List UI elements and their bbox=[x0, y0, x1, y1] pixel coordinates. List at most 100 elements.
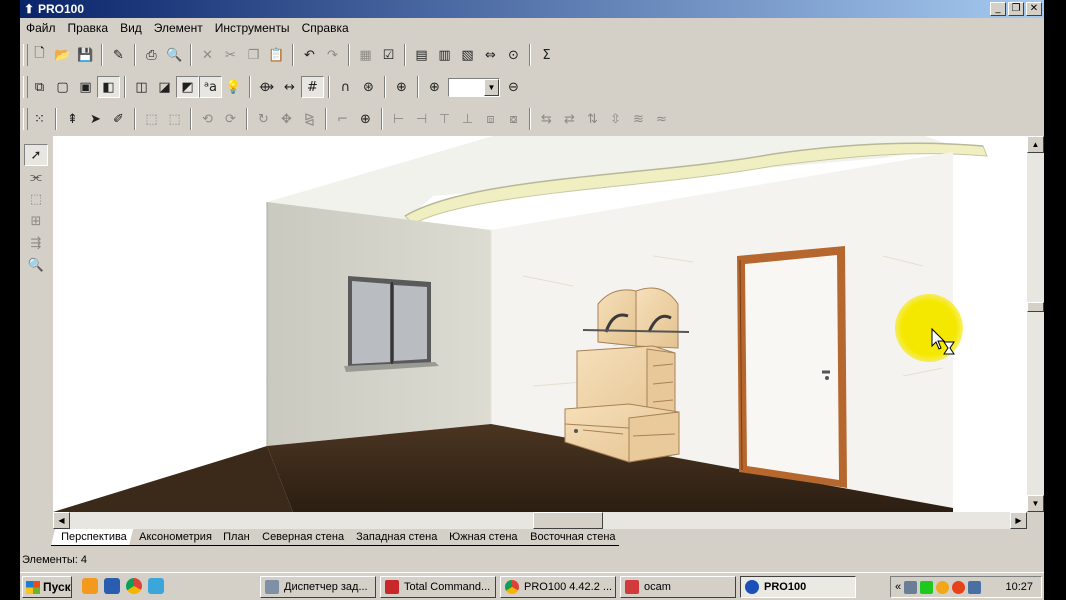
quicklaunch-chrome-icon[interactable] bbox=[126, 578, 142, 594]
chevron-down-icon[interactable]: ▼ bbox=[484, 78, 499, 96]
close-button[interactable]: ✕ bbox=[1026, 2, 1042, 16]
search-library-icon[interactable]: ▥ bbox=[433, 44, 456, 66]
rotate-left-icon[interactable]: ⟲ bbox=[196, 108, 219, 130]
move-up-icon[interactable]: ⇞ bbox=[61, 108, 84, 130]
tab-perspective[interactable]: Перспектива bbox=[50, 529, 135, 546]
updater-icon[interactable] bbox=[936, 580, 950, 594]
chrome-task-button[interactable]: PRO100 4.42.2 ... bbox=[500, 576, 616, 598]
copy-icon[interactable]: ❐ bbox=[242, 44, 265, 66]
tab-north-wall[interactable]: Северная стена bbox=[251, 529, 353, 546]
tab-west-wall[interactable]: Западная стена bbox=[345, 529, 446, 546]
rotate-icon[interactable]: ↻ bbox=[252, 108, 275, 130]
joint-icon[interactable]: ⊞ bbox=[24, 210, 48, 232]
select-all-icon[interactable]: ⁙ bbox=[28, 108, 51, 130]
pencil-icon[interactable]: ✐ bbox=[107, 108, 130, 130]
save-icon[interactable]: 💾 bbox=[74, 44, 97, 66]
align-center-icon[interactable]: ⊣ bbox=[410, 108, 433, 130]
ungroup-icon[interactable]: ⬚ bbox=[163, 108, 186, 130]
tab-axonometry[interactable]: Аксонометрия bbox=[128, 529, 220, 546]
undo-icon[interactable]: ↶ bbox=[298, 44, 321, 66]
ocam-task-button[interactable]: ocam bbox=[620, 576, 736, 598]
scroll-left-icon[interactable]: ◀ bbox=[53, 512, 70, 529]
tray-expand-icon[interactable]: « bbox=[895, 581, 901, 593]
sum-icon[interactable]: Σ bbox=[535, 44, 558, 66]
delete-icon[interactable]: ✕ bbox=[196, 44, 219, 66]
status-icon[interactable] bbox=[920, 580, 934, 594]
align-left-icon[interactable]: ⊢ bbox=[387, 108, 410, 130]
align-front-icon[interactable]: ⧈ bbox=[479, 108, 502, 130]
recorder-icon[interactable] bbox=[952, 580, 966, 594]
redo-icon[interactable]: ↷ bbox=[321, 44, 344, 66]
distribute-h-icon[interactable]: ⇆ bbox=[535, 108, 558, 130]
outline-view-icon[interactable]: ▢ bbox=[51, 76, 74, 98]
flat-view-icon[interactable]: ▣ bbox=[74, 76, 97, 98]
corner-icon[interactable]: ⌐ bbox=[331, 108, 354, 130]
library-icon[interactable]: ▤ bbox=[410, 44, 433, 66]
dimensions-icon[interactable]: ⇔ bbox=[479, 44, 502, 66]
checklist-icon[interactable]: ☑ bbox=[377, 44, 400, 66]
quicklaunch-app-icon[interactable] bbox=[148, 578, 164, 594]
measure-icon[interactable]: ↔ bbox=[278, 76, 301, 98]
rect-select-icon[interactable]: ⬚ bbox=[24, 188, 48, 210]
network-icon[interactable] bbox=[904, 580, 918, 594]
arrow-select-icon[interactable]: ➚ bbox=[24, 144, 48, 166]
spread-icon[interactable]: ≋ bbox=[627, 108, 650, 130]
material-icon[interactable]: ▧ bbox=[456, 44, 479, 66]
snap-icon[interactable]: ⊛ bbox=[357, 76, 380, 98]
cut-plane-icon[interactable]: ⫘ bbox=[24, 166, 48, 188]
edit-properties-icon[interactable]: ✎ bbox=[107, 44, 130, 66]
print-preview-icon[interactable]: 🔍 bbox=[163, 44, 186, 66]
labels-icon[interactable]: ᵃa bbox=[199, 76, 222, 98]
open-folder-icon[interactable]: 📂 bbox=[51, 44, 74, 66]
target-icon[interactable]: ⊕ bbox=[390, 76, 413, 98]
scroll-right-icon[interactable]: ▶ bbox=[1010, 512, 1027, 529]
zoom-in-icon[interactable]: ⊕ bbox=[423, 76, 446, 98]
quicklaunch-save-icon[interactable] bbox=[104, 578, 120, 594]
move-icon[interactable]: ✥ bbox=[275, 108, 298, 130]
menu-view[interactable]: Вид bbox=[114, 20, 148, 37]
distribute-v-icon[interactable]: ⇄ bbox=[558, 108, 581, 130]
horizontal-scroll-thumb[interactable] bbox=[533, 512, 603, 529]
zoom-out-icon[interactable]: ⊖ bbox=[502, 76, 525, 98]
cut-icon[interactable]: ✂ bbox=[219, 44, 242, 66]
transfer-icon[interactable]: ⇶ bbox=[24, 232, 48, 254]
price-icon[interactable]: ⊙ bbox=[502, 44, 525, 66]
task-manager-button[interactable]: Диспетчер зад... bbox=[260, 576, 376, 598]
align-top-icon[interactable]: ⊤ bbox=[433, 108, 456, 130]
restore-button[interactable]: ❐ bbox=[1008, 2, 1024, 16]
tab-south-wall[interactable]: Южная стена bbox=[439, 529, 526, 546]
vertical-scroll-thumb[interactable] bbox=[1027, 302, 1044, 312]
start-button[interactable]: Пуск bbox=[22, 576, 72, 598]
total-commander-button[interactable]: Total Command... bbox=[380, 576, 496, 598]
menu-element[interactable]: Элемент bbox=[148, 20, 209, 37]
group-icon[interactable]: ⬚ bbox=[140, 108, 163, 130]
camera-icon[interactable]: ⟴ bbox=[255, 76, 278, 98]
scroll-up-icon[interactable]: ▲ bbox=[1027, 136, 1044, 153]
volume-icon[interactable] bbox=[968, 580, 982, 594]
same-size-icon[interactable]: ⇳ bbox=[604, 108, 627, 130]
grid-icon[interactable]: # bbox=[301, 76, 324, 98]
align-bottom-icon[interactable]: ⊥ bbox=[456, 108, 479, 130]
align-back-icon[interactable]: ⧇ bbox=[502, 108, 525, 130]
menu-edit[interactable]: Правка bbox=[62, 20, 115, 37]
minimize-button[interactable]: _ bbox=[990, 2, 1006, 16]
pointer-move-icon[interactable]: ➤ bbox=[84, 108, 107, 130]
horizontal-scrollbar[interactable]: ◀ ▶ bbox=[53, 512, 1027, 529]
tab-east-wall[interactable]: Восточная стена bbox=[519, 529, 624, 546]
element-properties-icon[interactable]: ▦ bbox=[354, 44, 377, 66]
title-bar[interactable]: ⬆ PRO100 _ ❐ ✕ bbox=[20, 0, 1044, 18]
menu-file[interactable]: Файл bbox=[20, 20, 62, 37]
perspective-viewport[interactable] bbox=[53, 136, 1027, 512]
print-icon[interactable]: ⎙ bbox=[140, 44, 163, 66]
paste-icon[interactable]: 📋 bbox=[265, 44, 288, 66]
box-view-icon[interactable]: ◫ bbox=[130, 76, 153, 98]
zoom-combo[interactable]: ▼ bbox=[448, 77, 500, 97]
mirror-icon[interactable]: ⧎ bbox=[298, 108, 321, 130]
quicklaunch-browser-icon[interactable] bbox=[82, 578, 98, 594]
wireframe-view-icon[interactable]: ⧉ bbox=[28, 76, 51, 98]
clock[interactable]: 10:27 bbox=[1005, 581, 1033, 593]
new-file-icon[interactable]: 🗋 bbox=[28, 44, 51, 66]
distribute-depth-icon[interactable]: ⇅ bbox=[581, 108, 604, 130]
target-snap-icon[interactable]: ⊕ bbox=[354, 108, 377, 130]
scroll-down-icon[interactable]: ▼ bbox=[1027, 495, 1044, 512]
